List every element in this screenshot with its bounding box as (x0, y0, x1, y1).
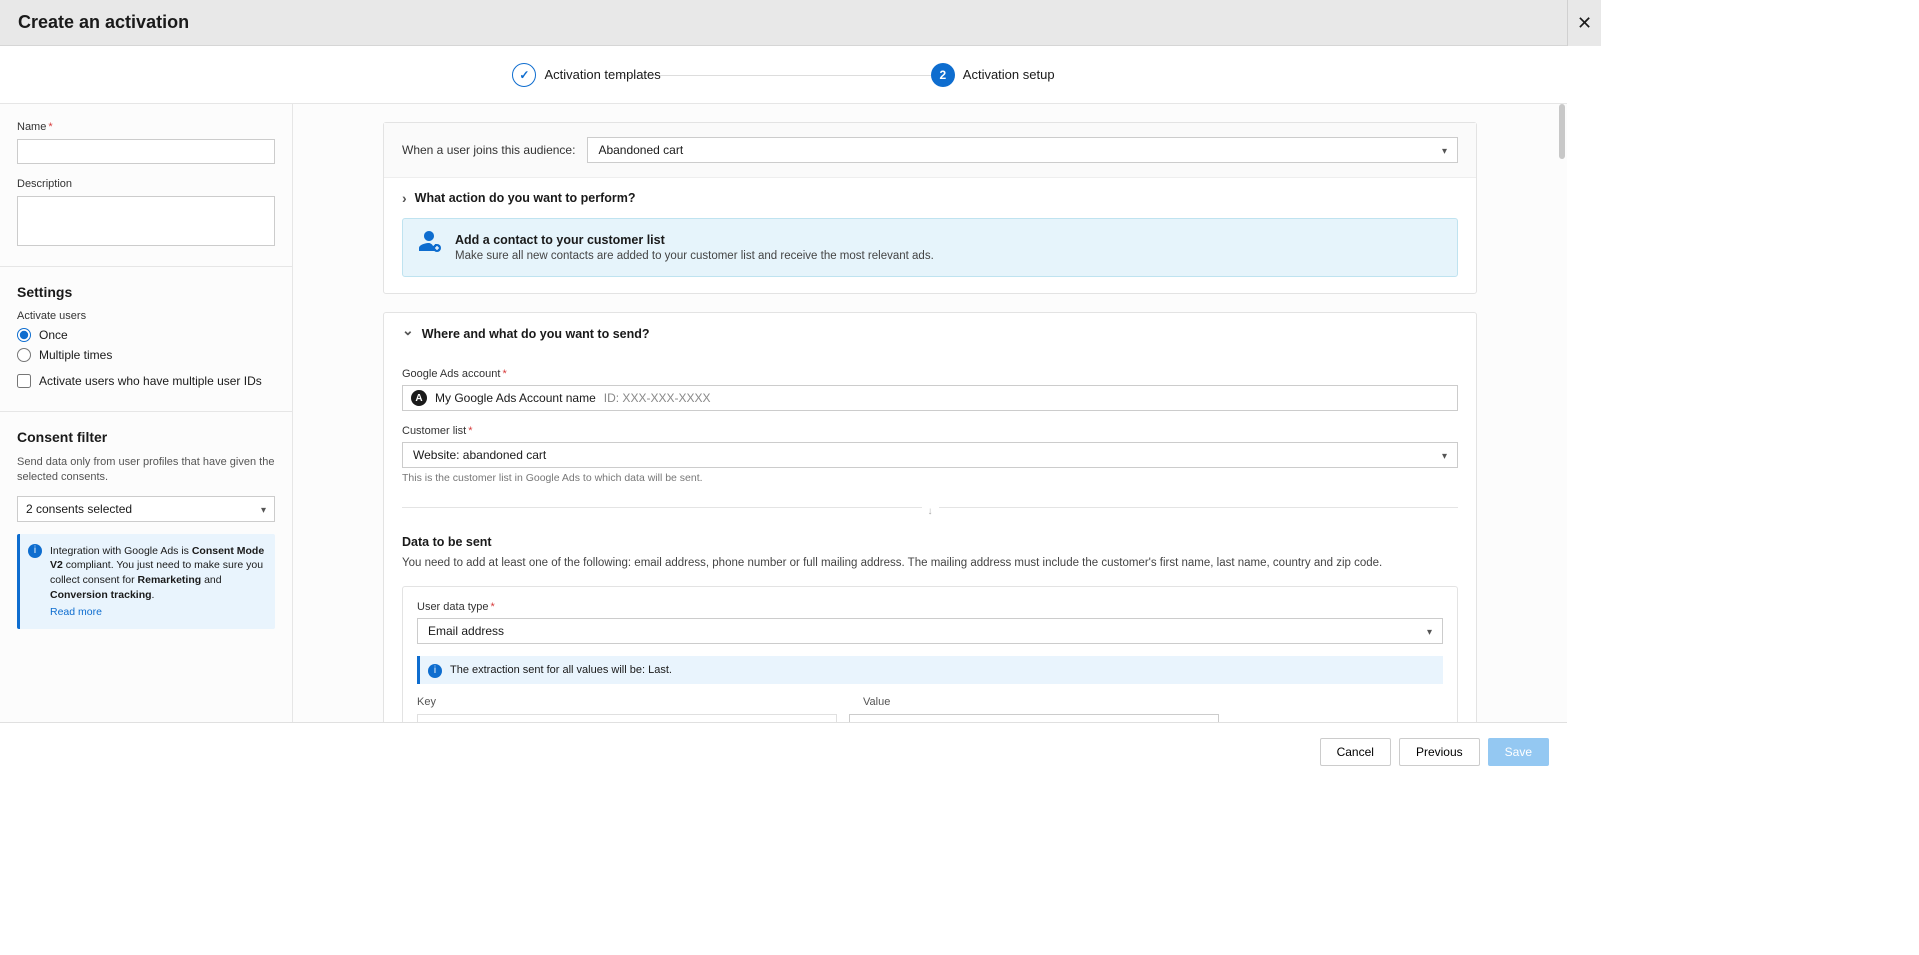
account-name: My Google Ads Account name (435, 391, 596, 405)
google-ads-icon: A (411, 390, 427, 406)
description-input[interactable] (17, 196, 275, 246)
chevron-right-icon (402, 190, 407, 206)
required-mark: * (491, 601, 495, 613)
modal-header: Create an activation (0, 0, 1567, 46)
step-connector (617, 75, 951, 76)
arrow-down-icon: ↓ (922, 506, 939, 517)
step-number: 2 (931, 63, 955, 87)
customer-list-label: Customer list* (402, 425, 1458, 437)
info-text: Integration with Google Ads is Consent M… (50, 545, 264, 601)
user-data-type-select[interactable]: Email address (417, 618, 1443, 644)
consent-select[interactable]: 2 consents selected (17, 496, 275, 522)
accordion-label: What action do you want to perform? (415, 191, 636, 205)
audience-select[interactable]: Abandoned cart (587, 137, 1458, 163)
consent-info-callout: i Integration with Google Ads is Consent… (17, 534, 275, 629)
radio-once[interactable]: Once (17, 328, 275, 342)
previous-button[interactable]: Previous (1399, 738, 1480, 766)
accordion-label: Where and what do you want to send? (422, 327, 650, 341)
accordion-where[interactable]: Where and what do you want to send? (384, 313, 1476, 354)
required-mark: * (502, 368, 506, 380)
user-data-type-label: User data type* (417, 601, 1443, 613)
select-value: Website: abandoned cart (413, 448, 546, 462)
accordion-action[interactable]: What action do you want to perform? (384, 178, 1476, 218)
action-card-sub: Make sure all new contacts are added to … (455, 250, 1443, 262)
value-select[interactable]: User ID (849, 714, 1219, 722)
name-label: Name* (17, 121, 275, 133)
radio-once-input[interactable] (17, 328, 31, 342)
consent-filter-sub: Send data only from user profiles that h… (17, 455, 275, 486)
page-title: Create an activation (18, 12, 189, 33)
main-content[interactable]: When a user joins this audience: Abandon… (293, 104, 1567, 722)
google-ads-account-input[interactable]: A My Google Ads Account name ID: XXX-XXX… (402, 385, 1458, 411)
audience-panel: When a user joins this audience: Abandon… (383, 122, 1477, 294)
radio-multiple-input[interactable] (17, 348, 31, 362)
consent-filter-title: Consent filter (17, 429, 275, 445)
select-value: Abandoned cart (598, 143, 683, 157)
required-mark: * (48, 121, 52, 133)
audience-label: When a user joins this audience: (402, 143, 575, 157)
account-id: ID: XXX-XXX-XXXX (604, 391, 711, 405)
scrollbar[interactable] (1557, 104, 1565, 722)
select-value: 2 consents selected (26, 502, 132, 516)
customer-list-select[interactable]: Website: abandoned cart (402, 442, 1458, 468)
settings-title: Settings (17, 284, 275, 300)
scroll-thumb[interactable] (1559, 104, 1565, 159)
read-more-link[interactable]: Read more (50, 605, 265, 620)
cancel-button[interactable]: Cancel (1320, 738, 1391, 766)
close-icon: ✕ (1577, 13, 1592, 34)
save-button[interactable]: Save (1488, 738, 1549, 766)
value-header: Value (863, 696, 890, 708)
name-input[interactable] (17, 139, 275, 164)
radio-multiple[interactable]: Multiple times (17, 348, 275, 362)
required-mark: * (468, 425, 472, 437)
keyvalue-header: Key Value (417, 696, 1443, 708)
step-setup[interactable]: 2 Activation setup (931, 63, 1055, 87)
info-text: The extraction sent for all values will … (450, 664, 672, 676)
step-label: Activation setup (963, 67, 1055, 82)
data-block: User data type* Email address i The extr… (402, 586, 1458, 722)
data-sent-title: Data to be sent (402, 535, 1458, 549)
radio-label: Once (39, 328, 68, 342)
check-icon: ✓ (512, 63, 536, 87)
info-icon: i (28, 544, 42, 558)
extraction-info: i The extraction sent for all values wil… (417, 656, 1443, 684)
customer-list-helper: This is the customer list in Google Ads … (402, 472, 1458, 484)
chevron-down-icon (1427, 624, 1432, 638)
where-send-panel: Where and what do you want to send? Goog… (383, 312, 1477, 722)
action-card-title: Add a contact to your customer list (455, 233, 1443, 247)
action-card[interactable]: Add a contact to your customer list Make… (402, 218, 1458, 277)
step-label: Activation templates (544, 67, 660, 82)
divider: ↓ (402, 502, 1458, 517)
close-button[interactable]: ✕ (1567, 0, 1601, 46)
person-add-icon (417, 229, 441, 256)
info-icon: i (428, 664, 442, 678)
select-value: Email address (428, 624, 504, 638)
stepper: ✓ Activation templates 2 Activation setu… (0, 46, 1567, 104)
chevron-down-icon (1442, 143, 1447, 157)
description-label: Description (17, 178, 275, 190)
chevron-down-icon (402, 325, 414, 342)
chevron-down-icon (261, 502, 266, 516)
chevron-down-icon (1442, 448, 1447, 462)
checkbox-label: Activate users who have multiple user ID… (39, 374, 262, 388)
google-ads-account-label: Google Ads account* (402, 368, 1458, 380)
radio-label: Multiple times (39, 348, 112, 362)
activate-users-label: Activate users (17, 310, 275, 322)
checkbox-multiple-ids[interactable]: Activate users who have multiple user ID… (17, 374, 275, 388)
keyvalue-row: Email address → User ID (417, 714, 1443, 722)
checkbox-input[interactable] (17, 374, 31, 388)
key-cell: Email address → (417, 714, 837, 722)
key-header: Key (417, 696, 863, 708)
sidebar: Name* Description Settings Activate user… (0, 104, 293, 722)
footer: Cancel Previous Save (0, 722, 1567, 780)
data-sent-desc: You need to add at least one of the foll… (402, 555, 1458, 572)
step-templates[interactable]: ✓ Activation templates (512, 63, 660, 87)
